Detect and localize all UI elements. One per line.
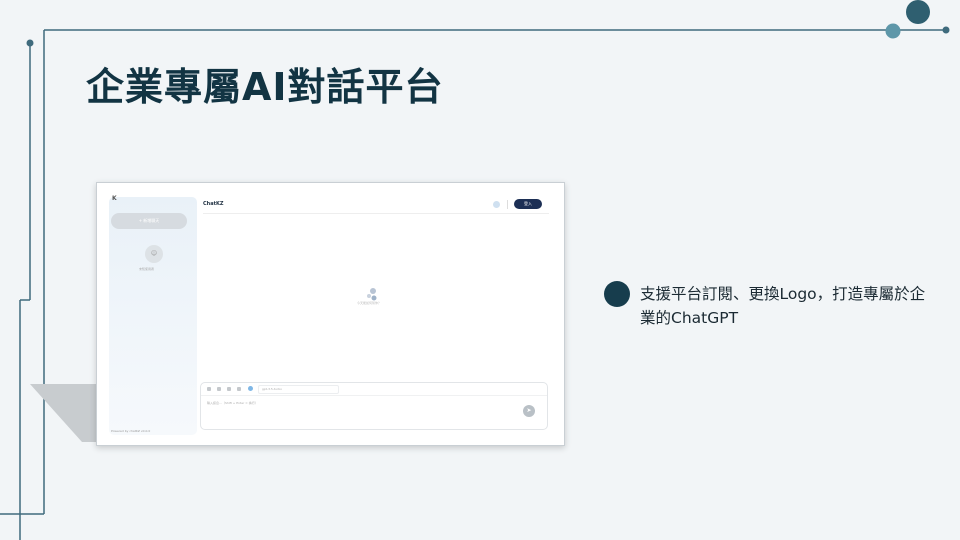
screenshot-sidebar [109, 197, 197, 435]
header-divider-line [203, 213, 549, 214]
app-logo: K [112, 195, 117, 202]
slide: 企業專屬AI對話平台 K + 新增聊天 ☺ 未知使用者 Powered by c… [0, 0, 960, 540]
right-large-dot [906, 0, 930, 24]
page-title: 企業專屬AI對話平台 [86, 65, 444, 109]
login-button: 登入 [514, 199, 542, 209]
input-separator [201, 395, 547, 396]
edit-icon [227, 387, 231, 391]
model-select: gpt-3.5-turbo [258, 385, 339, 394]
powered-by-text: Powered by chatKZ v0.0.0 [111, 429, 151, 433]
message-input-box: gpt-3.5-turbo 輸入訊息…（Shift + Enter = 換行） … [200, 382, 548, 430]
new-chat-button: + 新增聊天 [111, 213, 187, 229]
code-icon [237, 387, 241, 391]
screenshot-shadow [30, 384, 96, 442]
image-icon [217, 387, 221, 391]
avatar: ☺ [145, 245, 163, 263]
empty-state-icon [367, 288, 377, 301]
bullet-dot [604, 281, 630, 307]
left-dot [26, 39, 34, 47]
globe-icon [248, 386, 253, 391]
app-screenshot: K + 新增聊天 ☺ 未知使用者 Powered by chatKZ v0.0.… [96, 182, 565, 446]
attach-icon [207, 387, 211, 391]
message-input-placeholder: 輸入訊息…（Shift + Enter = 換行） [207, 401, 258, 405]
chat-title: ChatKZ [203, 201, 224, 207]
user-icon [493, 201, 500, 208]
avatar-label: 未知使用者 [139, 267, 155, 271]
right-small-dot [942, 26, 950, 34]
right-medium-dot [885, 23, 901, 39]
feature-bullet-text: 支援平台訂閱、更換Logo，打造專屬於企業的ChatGPT [640, 285, 926, 327]
send-icon: ➤ [523, 405, 535, 417]
header-divider [507, 200, 508, 209]
empty-state-text: 今天能如何幫你？ [357, 301, 382, 305]
